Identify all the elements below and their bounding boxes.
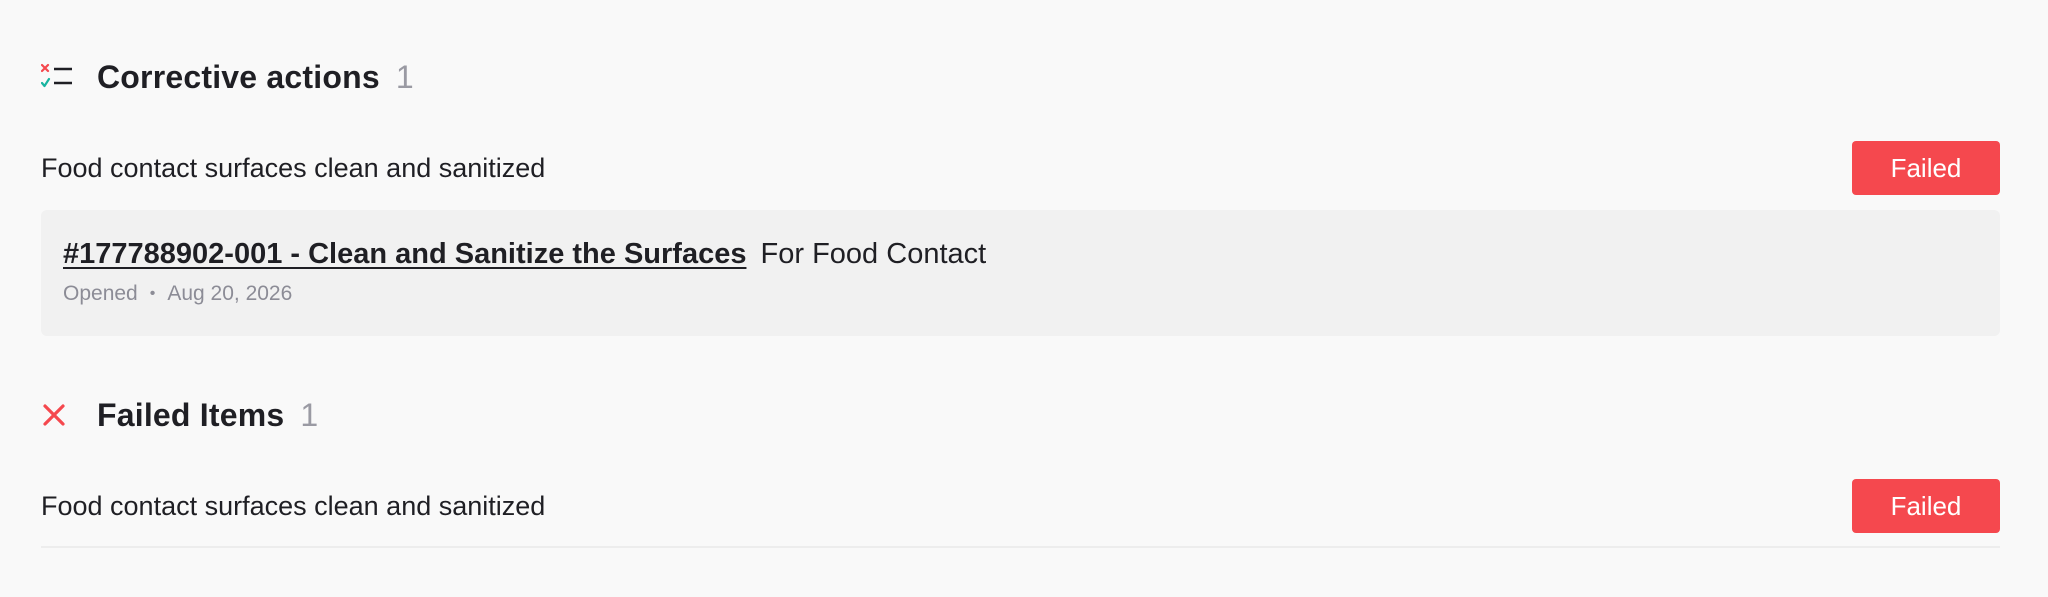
action-link[interactable]: #177788902-001 - Clean and Sanitize the … [63, 238, 746, 270]
item-label: Food contact surfaces clean and sanitize… [41, 152, 546, 183]
action-meta: Opened • Aug 20, 2026 [63, 282, 1978, 306]
section-title: Failed Items [97, 396, 285, 433]
status-badge: Failed [1852, 141, 2000, 195]
checklist-icon [41, 61, 73, 93]
failed-items-header: Failed Items 1 [41, 395, 2000, 435]
item-label: Food contact surfaces clean and sanitize… [41, 490, 546, 521]
action-state: Opened [63, 282, 138, 305]
divider [41, 546, 2000, 548]
corrective-action-card[interactable]: #177788902-001 - Clean and Sanitize the … [41, 210, 2000, 336]
action-title: #177788902-001 - Clean and Sanitize the … [63, 236, 1978, 272]
section-title: Corrective actions [97, 58, 380, 95]
failed-item-row: Food contact surfaces clean and sanitize… [41, 478, 2000, 534]
corrective-actions-section: Corrective actions 1 Food contact surfac… [41, 57, 2000, 336]
inspection-summary: Corrective actions 1 Food contact surfac… [41, 0, 2000, 548]
status-badge: Failed [1852, 479, 2000, 533]
corrective-actions-header: Corrective actions 1 [41, 57, 2000, 97]
section-count: 1 [300, 396, 319, 433]
meta-separator: • [149, 285, 156, 302]
failed-items-section: Failed Items 1 Food contact surfaces cle… [41, 395, 2000, 548]
failed-item-row: Food contact surfaces clean and sanitize… [41, 140, 2000, 196]
action-title-rest: For Food Contact [760, 238, 987, 270]
action-date: Aug 20, 2026 [167, 282, 293, 305]
section-count: 1 [395, 58, 414, 95]
close-icon [41, 399, 73, 431]
